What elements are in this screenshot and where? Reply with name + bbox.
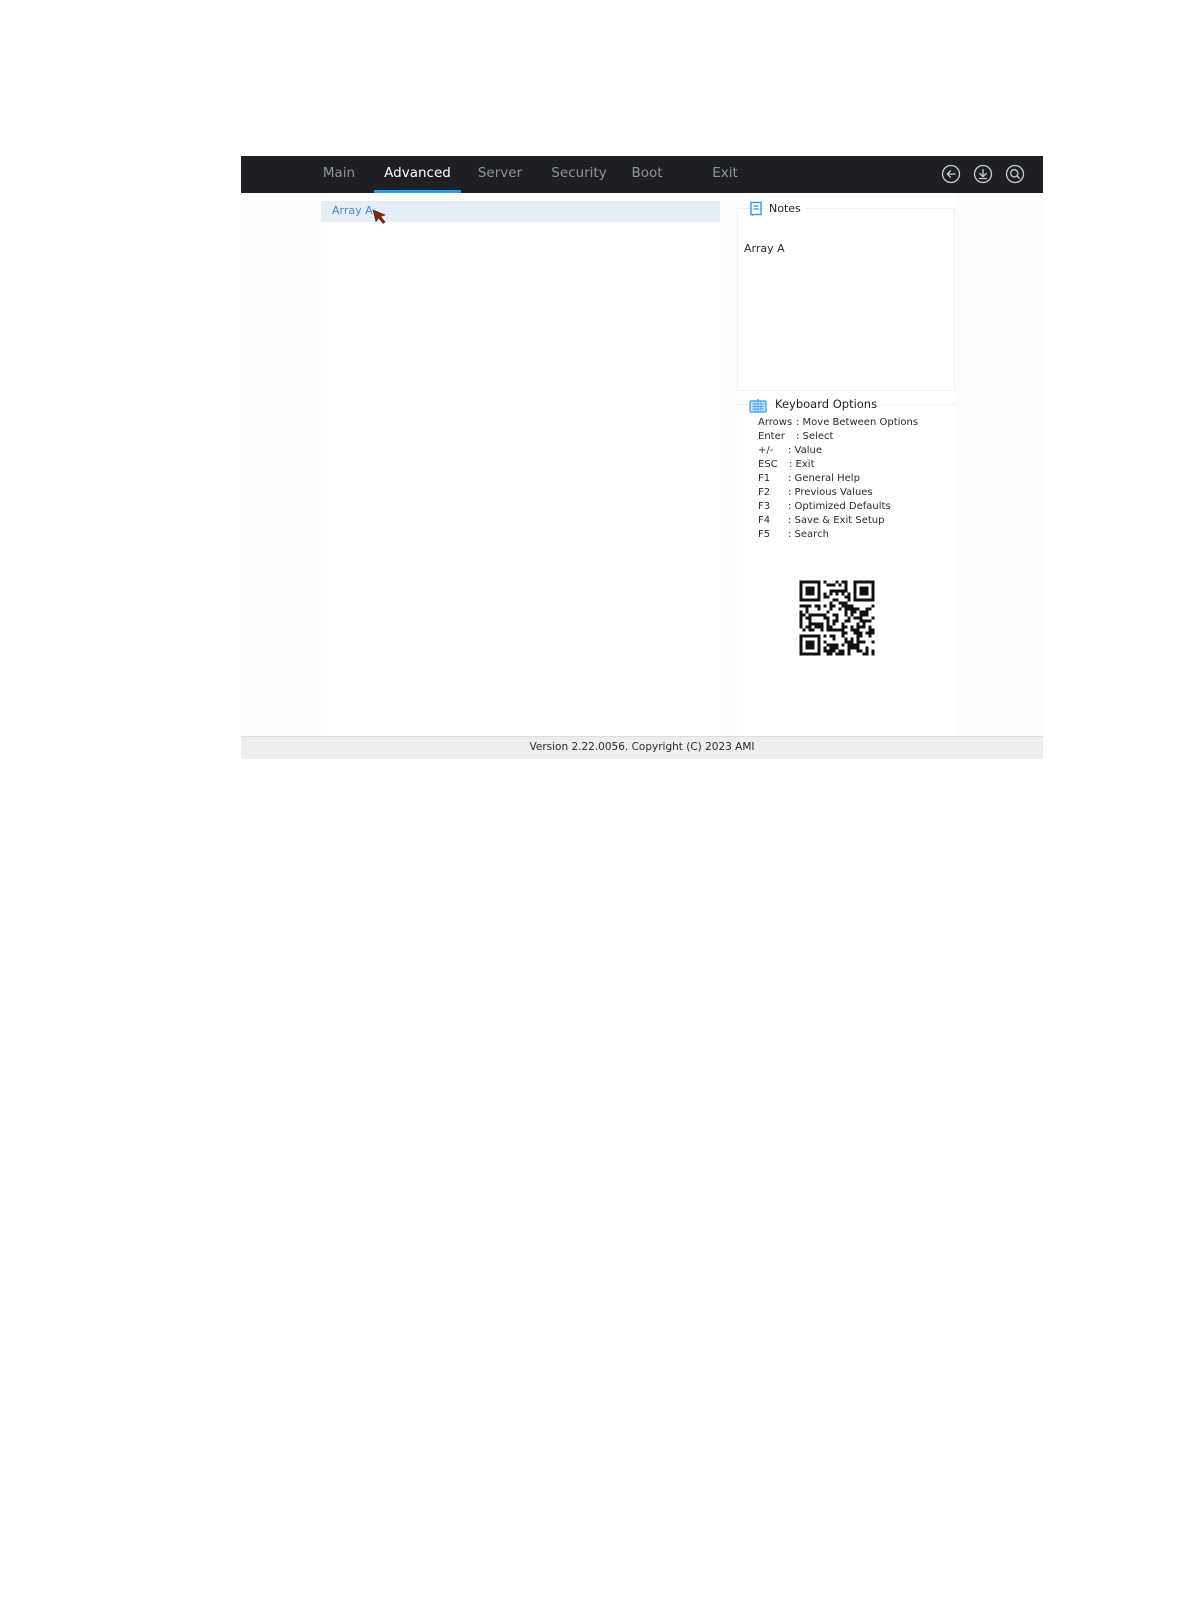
- menu-item-label: Array A: [332, 204, 373, 217]
- tab-main[interactable]: Main: [315, 156, 363, 193]
- key-desc: : Select: [796, 431, 834, 442]
- tab-security-label: Security: [551, 165, 607, 181]
- version-copyright-text: Version 2.22.0056. Copyright (C) 2023 AM…: [529, 741, 755, 753]
- tab-boot[interactable]: Boot: [629, 156, 665, 193]
- top-menu-bar: Main Advanced Server Security Boot Exit: [241, 156, 1043, 193]
- tab-main-label: Main: [322, 165, 356, 181]
- key-name: +/-: [758, 445, 774, 456]
- keyboard-icon: [749, 398, 767, 414]
- key-desc: : Save & Exit Setup: [788, 515, 885, 526]
- help-column: Notes Array A Keyboard Options Arrows : …: [737, 193, 955, 736]
- mouse-cursor-icon: [372, 209, 388, 225]
- notes-icon: [749, 201, 763, 217]
- key-desc: : Search: [788, 529, 829, 540]
- notes-title: Notes: [769, 202, 805, 215]
- keyboard-options-panel: Keyboard Options Arrows : Move Between O…: [737, 397, 955, 736]
- key-desc: : Previous Values: [788, 487, 873, 498]
- notes-text: Array A: [744, 242, 785, 255]
- tab-security[interactable]: Security: [549, 156, 609, 193]
- tab-server-label: Server: [477, 165, 523, 181]
- key-name: Arrows: [758, 417, 793, 428]
- back-icon[interactable]: [941, 164, 961, 184]
- key-desc: : General Help: [788, 473, 860, 484]
- key-name: ESC: [758, 459, 778, 470]
- key-name: F3: [758, 501, 771, 512]
- qr-code: [795, 576, 879, 660]
- key-name: F2: [758, 487, 771, 498]
- key-name: F5: [758, 529, 771, 540]
- key-desc: : Value: [788, 445, 823, 456]
- search-icon[interactable]: [1005, 164, 1025, 184]
- tab-exit-label: Exit: [712, 165, 738, 181]
- key-name: Enter: [758, 431, 785, 442]
- key-desc: : Optimized Defaults: [788, 501, 891, 512]
- tab-exit[interactable]: Exit: [709, 156, 741, 193]
- tab-server[interactable]: Server: [474, 156, 526, 193]
- tab-boot-label: Boot: [631, 165, 663, 181]
- key-desc: : Move Between Options: [796, 417, 919, 428]
- key-name: F1: [758, 473, 771, 484]
- notes-panel: Notes Array A: [737, 201, 955, 391]
- menu-panel: Array A: [321, 193, 720, 736]
- download-icon[interactable]: [973, 164, 993, 184]
- tab-advanced[interactable]: Advanced: [374, 156, 461, 193]
- key-desc: : Exit: [789, 459, 815, 470]
- tab-advanced-label: Advanced: [384, 165, 451, 181]
- key-name: F4: [758, 515, 771, 526]
- bios-setup-window: Main Advanced Server Security Boot Exit: [241, 156, 1043, 759]
- keyboard-options-title: Keyboard Options: [775, 397, 881, 411]
- status-footer: Version 2.22.0056. Copyright (C) 2023 AM…: [241, 736, 1043, 759]
